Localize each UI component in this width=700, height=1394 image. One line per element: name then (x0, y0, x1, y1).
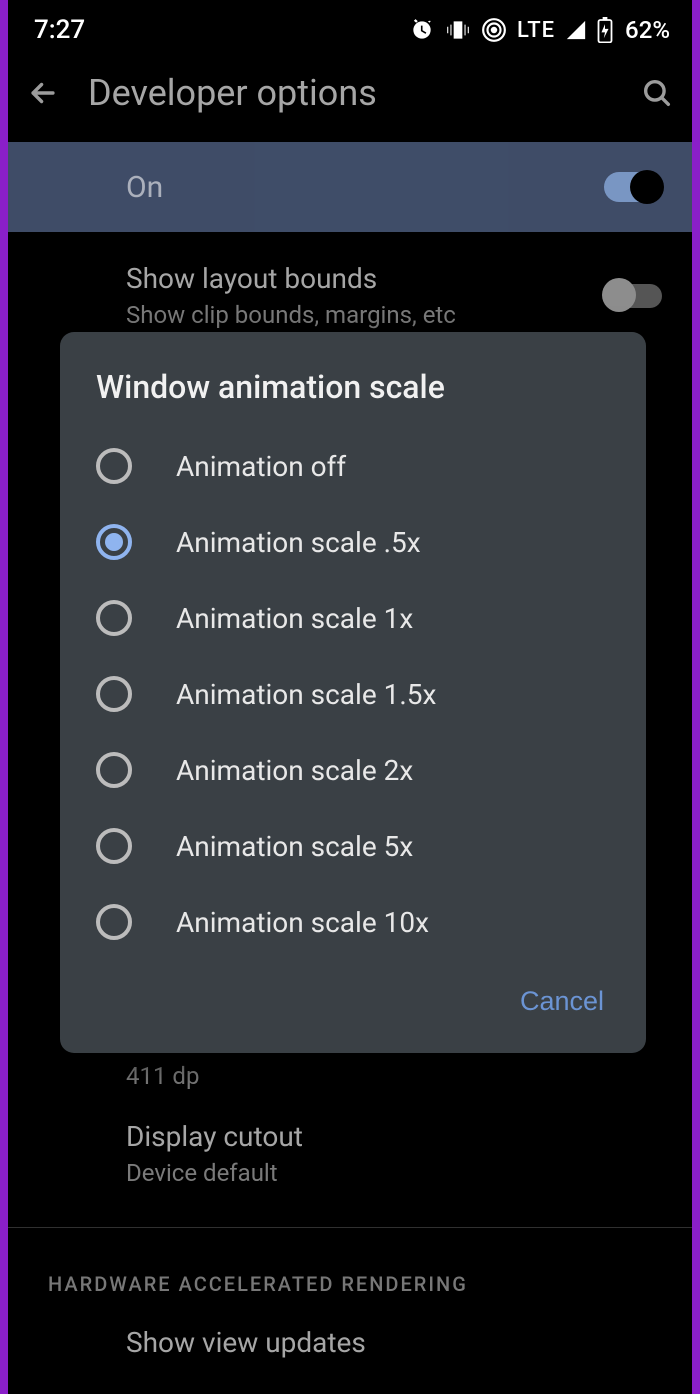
radio-option[interactable]: Animation scale 1x (60, 580, 646, 656)
radio-option[interactable]: Animation scale 10x (60, 884, 646, 960)
radio-unselected-icon (96, 828, 132, 864)
radio-option[interactable]: Animation off (60, 428, 646, 504)
radio-option[interactable]: Animation scale 1.5x (60, 656, 646, 732)
radio-label: Animation scale 2x (176, 754, 413, 787)
radio-list: Animation off Animation scale .5x Animatio… (60, 428, 646, 960)
radio-unselected-icon (96, 676, 132, 712)
radio-unselected-icon (96, 600, 132, 636)
cancel-button[interactable]: Cancel (506, 976, 618, 1027)
radio-unselected-icon (96, 904, 132, 940)
radio-label: Animation scale 5x (176, 830, 413, 863)
radio-label: Animation scale 10x (176, 906, 429, 939)
dialog-title: Window animation scale (60, 368, 646, 428)
radio-option[interactable]: Animation scale 5x (60, 808, 646, 884)
radio-unselected-icon (96, 752, 132, 788)
radio-option[interactable]: Animation scale 2x (60, 732, 646, 808)
radio-selected-icon (96, 524, 132, 560)
radio-option[interactable]: Animation scale .5x (60, 504, 646, 580)
radio-label: Animation scale 1x (176, 602, 413, 635)
animation-scale-dialog: Window animation scale Animation offAnim… (60, 332, 646, 1053)
radio-label: Animation scale .5x (176, 526, 421, 559)
radio-label: Animation off (176, 450, 346, 483)
radio-label: Animation scale 1.5x (176, 678, 436, 711)
phone-frame: 7:27 LTE 62% Developer options (8, 0, 692, 1394)
dialog-actions: Cancel (60, 960, 646, 1041)
radio-unselected-icon (96, 448, 132, 484)
